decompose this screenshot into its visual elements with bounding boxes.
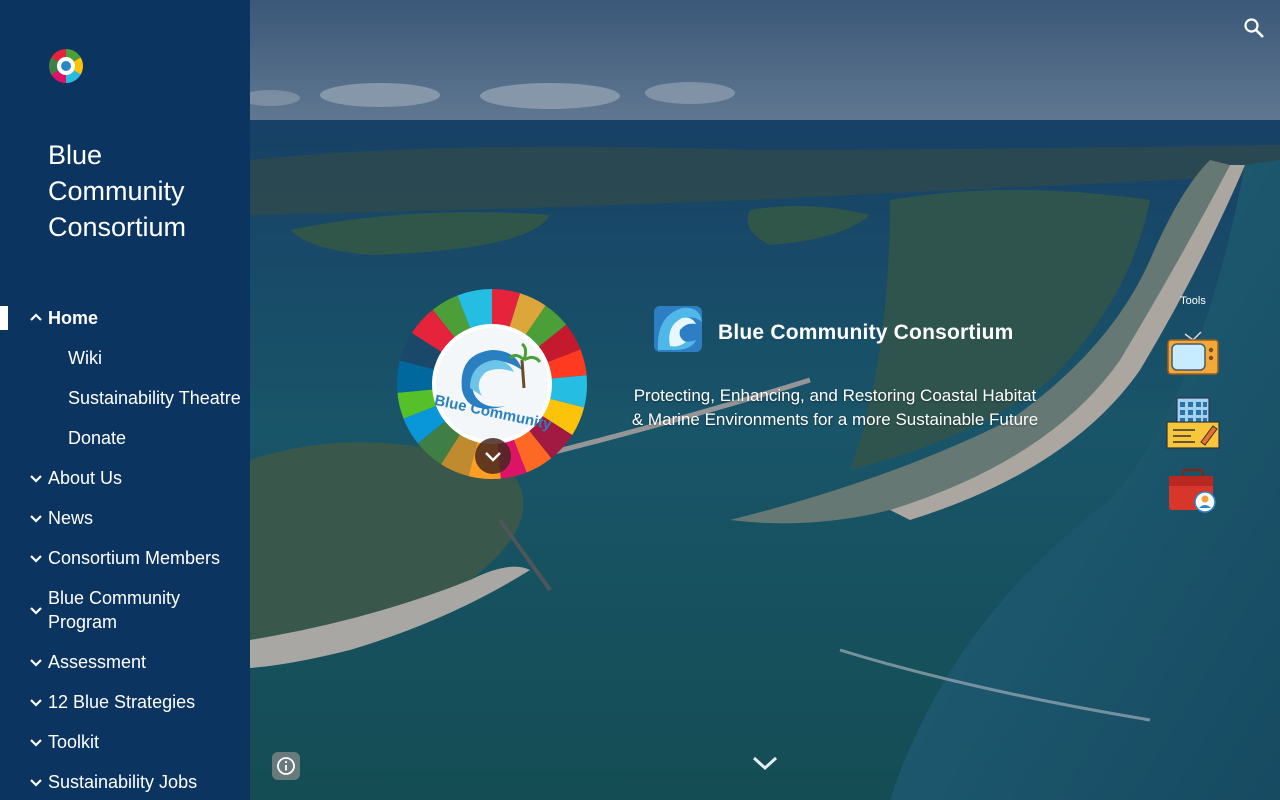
nav-label: Home [48, 308, 99, 328]
tv-tool-icon[interactable] [1165, 326, 1221, 376]
chevron-down-icon[interactable] [27, 693, 45, 711]
nav-label: Blue Community Program [48, 588, 181, 632]
hero-subtitle-line1: Protecting, Enhancing, and Restoring Coa… [633, 386, 1037, 405]
nav-item-12-blue-strategies[interactable]: 12 Blue Strategies [0, 690, 250, 714]
nav-label: News [48, 508, 94, 528]
sidebar: Blue Community Consortium Home Wiki Sust… [0, 0, 250, 800]
nav-label: Wiki [68, 348, 102, 368]
wheel-down-button[interactable] [475, 438, 511, 474]
chevron-down-icon[interactable] [27, 773, 45, 791]
chevron-up-icon[interactable] [27, 309, 45, 327]
nav-label: Toolkit [48, 732, 100, 752]
search-icon[interactable] [1242, 16, 1266, 40]
nav-label: Sustainability Jobs [48, 772, 198, 792]
nav-label: Consortium Members [48, 548, 221, 568]
nav-item-assessment[interactable]: Assessment [0, 650, 250, 674]
nav-label: 12 Blue Strategies [48, 692, 196, 712]
nav-item-about-us[interactable]: About Us [0, 466, 250, 490]
nav-label: Assessment [48, 652, 147, 672]
nav-item-toolkit[interactable]: Toolkit [0, 730, 250, 754]
hero-subtitle: Protecting, Enhancing, and Restoring Coa… [620, 384, 1050, 432]
nav-label: Sustainability Theatre [68, 388, 241, 408]
scroll-down-chevron-icon[interactable] [750, 750, 780, 774]
chevron-down-icon[interactable] [27, 653, 45, 671]
nav-item-blue-community-program[interactable]: Blue Community Program [0, 586, 250, 634]
nav-item-sustainability-theatre[interactable]: Sustainability Theatre [0, 386, 250, 410]
chevron-down-icon[interactable] [27, 549, 45, 567]
chevron-down-icon[interactable] [27, 733, 45, 751]
tools-label: Tools [1180, 295, 1206, 307]
chevron-down-icon[interactable] [27, 509, 45, 527]
chevron-down-icon[interactable] [27, 601, 45, 619]
hero-title: Blue Community Consortium [718, 321, 1014, 344]
chevron-down-icon [485, 452, 501, 462]
chevron-down-icon[interactable] [27, 469, 45, 487]
hero-banner: Blue Community Blue Community Consortium… [250, 0, 1280, 800]
site-title[interactable]: Blue Community Consortium [48, 137, 238, 245]
hero-subtitle-line2: & Marine Environments for a more Sustain… [631, 410, 1039, 429]
briefcase-tool-icon[interactable] [1165, 466, 1221, 516]
site-logo[interactable] [48, 48, 84, 84]
nav-item-donate[interactable]: Donate [0, 426, 250, 450]
wave-logo-icon [654, 306, 702, 352]
nav-label: Donate [68, 428, 127, 448]
nav-item-news[interactable]: News [0, 506, 250, 530]
info-icon [277, 757, 295, 775]
nav-item-consortium-members[interactable]: Consortium Members [0, 546, 250, 570]
building-plan-tool-icon[interactable] [1165, 394, 1221, 450]
nav-item-sustainability-jobs[interactable]: Sustainability Jobs [0, 770, 250, 794]
nav-item-home[interactable]: Home [0, 306, 250, 330]
nav-item-wiki[interactable]: Wiki [0, 346, 250, 370]
info-button[interactable] [272, 752, 300, 780]
nav-label: About Us [48, 468, 123, 488]
